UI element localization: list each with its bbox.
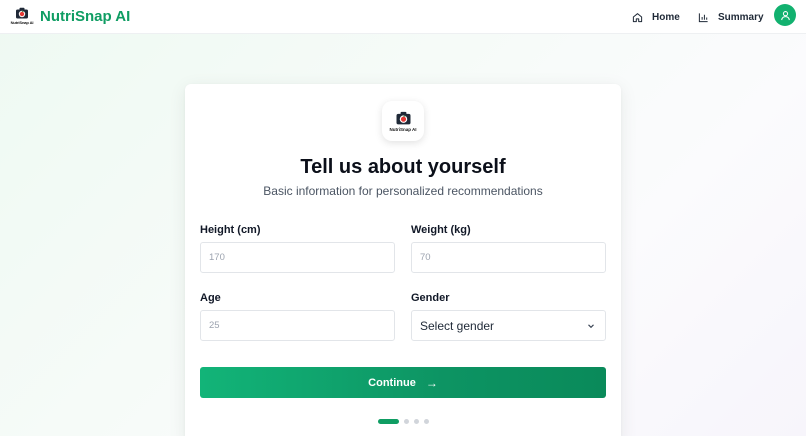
- form-subtitle: Basic information for personalized recom…: [263, 184, 543, 198]
- card-logo-text: NutriSnap AI: [389, 126, 417, 132]
- age-input[interactable]: [200, 310, 395, 341]
- chevron-down-icon: [588, 324, 594, 329]
- nav-summary-label: Summary: [718, 11, 764, 23]
- user-avatar[interactable]: [774, 4, 796, 26]
- continue-button[interactable]: Continue →: [200, 367, 606, 398]
- gender-select-value: Select gender: [420, 318, 495, 333]
- height-label: Height (cm): [200, 224, 261, 236]
- nav-summary[interactable]: Summary: [698, 0, 764, 34]
- gender-label: Gender: [411, 292, 450, 304]
- card-logo: NutriSnap AI: [382, 101, 424, 141]
- weight-input[interactable]: [411, 242, 606, 273]
- brand[interactable]: NutriSnap AI NutriSnap AI: [10, 4, 131, 28]
- bar-chart-icon: [698, 12, 708, 22]
- age-label: Age: [200, 292, 221, 304]
- continue-label: Continue: [368, 376, 416, 389]
- user-icon: [780, 10, 790, 20]
- profile-form-card: NutriSnap AI Tell us about yourself Basi…: [185, 84, 621, 436]
- logo-text: NutriSnap AI: [10, 20, 34, 25]
- nav-home-label: Home: [652, 11, 680, 23]
- camera-icon: [396, 111, 410, 124]
- arrow-right-icon: →: [425, 375, 438, 390]
- camera-icon: [16, 7, 28, 19]
- form-title: Tell us about yourself: [300, 156, 506, 178]
- step-dot-1: [377, 419, 399, 424]
- step-dot-4: [423, 419, 429, 424]
- gender-select[interactable]: Select gender: [411, 310, 606, 341]
- top-navbar: NutriSnap AI NutriSnap AI Home Summary: [0, 0, 806, 34]
- height-input[interactable]: [200, 242, 395, 273]
- nav-home[interactable]: Home: [632, 0, 680, 34]
- home-icon: [632, 12, 643, 22]
- app-name: NutriSnap AI: [40, 7, 131, 25]
- step-dot-2: [403, 419, 409, 424]
- app-logo: NutriSnap AI: [10, 4, 34, 28]
- weight-label: Weight (kg): [411, 224, 471, 236]
- step-indicator: [185, 419, 621, 424]
- step-dot-3: [413, 419, 419, 424]
